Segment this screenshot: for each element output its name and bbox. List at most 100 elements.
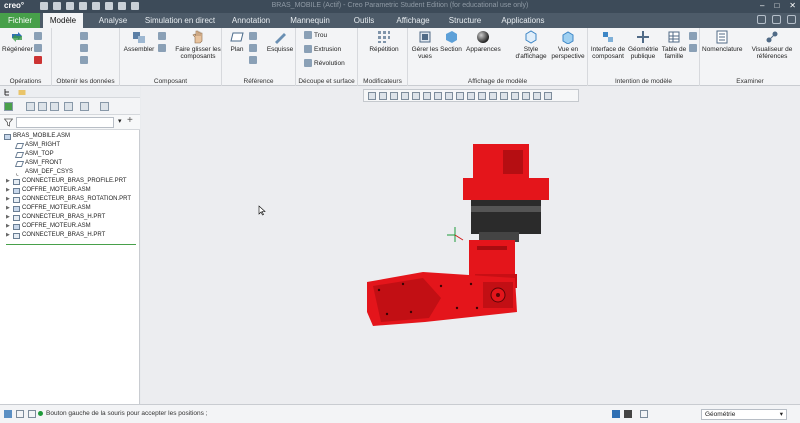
tree-root[interactable]: BRAS_MOBILE.ASM xyxy=(4,132,70,141)
parameters-tool[interactable] xyxy=(689,44,697,52)
ribbon: Régénérer Opérations Obtenir les données… xyxy=(0,28,800,86)
tab-applications[interactable]: Applications xyxy=(494,13,552,28)
filter-dropdown-icon[interactable]: ▾ xyxy=(118,117,122,125)
fullscreen-toggle-icon[interactable] xyxy=(28,410,36,418)
tab-modele[interactable]: Modèle xyxy=(43,13,83,28)
minimize-button[interactable]: – xyxy=(760,1,764,10)
component-tool-1[interactable] xyxy=(158,32,166,40)
find-icon[interactable] xyxy=(624,410,632,418)
message-status-dot-icon xyxy=(38,411,43,416)
tree-item[interactable]: ▶ CONNECTEUR_BRAS_ROTATION.PRT xyxy=(6,195,131,204)
add-filter-icon[interactable]: + xyxy=(127,115,133,126)
tree-item[interactable]: ▶ CONNECTEUR_BRAS_H.PRT xyxy=(6,231,105,240)
get-data-tool-2[interactable] xyxy=(80,44,88,52)
appearances-button[interactable]: Apparences xyxy=(466,30,501,53)
tree-layer-icon[interactable] xyxy=(80,102,89,111)
model-tree-toolbar xyxy=(0,98,140,115)
expand-arrow-icon[interactable]: ▶ xyxy=(6,195,11,204)
expand-arrow-icon[interactable]: ▶ xyxy=(6,177,11,186)
smart-filter-icon[interactable] xyxy=(612,410,620,418)
sketch-button[interactable]: Esquisse xyxy=(266,30,294,53)
tab-mannequin[interactable]: Mannequin xyxy=(282,13,338,28)
tree-options-icon[interactable] xyxy=(100,102,109,111)
model-tree-tab-icon[interactable] xyxy=(4,88,12,96)
close-button[interactable]: ✕ xyxy=(789,1,796,10)
nomenclature-button[interactable]: Nomenclature xyxy=(702,30,742,53)
help-icon[interactable] xyxy=(787,15,796,24)
publish-geometry-button[interactable]: Géométrie publique xyxy=(628,30,658,60)
tree-settings-icon[interactable] xyxy=(50,102,59,111)
delete-tool[interactable] xyxy=(34,56,42,64)
section-button[interactable]: Section xyxy=(438,30,464,53)
filter-funnel-icon[interactable] xyxy=(4,118,13,127)
get-data-tool-3[interactable] xyxy=(80,56,88,64)
browser-toggle-icon[interactable] xyxy=(16,410,24,418)
copy-tool[interactable] xyxy=(34,32,42,40)
folder-tab-icon[interactable] xyxy=(18,88,26,96)
manage-views-button[interactable]: Gérer les vues xyxy=(410,30,440,60)
csys-tool[interactable] xyxy=(249,56,257,64)
show-icon[interactable] xyxy=(4,102,13,111)
group-component: Assembler Faire glisser les composants C… xyxy=(120,28,222,86)
paste-tool[interactable] xyxy=(34,44,42,52)
regenerate-button[interactable]: Régénérer xyxy=(2,30,33,53)
expand-arrow-icon[interactable]: ▶ xyxy=(6,213,11,222)
tab-affichage[interactable]: Affichage xyxy=(390,13,436,28)
family-table-button[interactable]: Table de famille xyxy=(660,30,688,60)
selection-buffer-icon[interactable] xyxy=(640,410,648,418)
tree-item[interactable]: ▶ CONNECTEUR_BRAS_H.PRT xyxy=(6,213,105,222)
datum-plane-icon xyxy=(14,151,25,158)
graphics-window[interactable] xyxy=(141,86,800,404)
tab-analyse[interactable]: Analyse xyxy=(92,13,134,28)
component-interface-button[interactable]: Interface de composant xyxy=(590,30,626,60)
tree-filter-icon[interactable] xyxy=(38,102,47,111)
axis-tool[interactable] xyxy=(249,32,257,40)
group-label-get-data: Obtenir les données xyxy=(56,78,115,85)
assemble-button[interactable]: Assembler xyxy=(122,30,156,53)
tree-item[interactable]: ▶ COFFRE_MOTEUR.ASM xyxy=(6,186,91,195)
tree-item[interactable]: ASM_FRONT xyxy=(14,159,62,168)
display-style-button[interactable]: Style d'affichage xyxy=(514,30,548,60)
maximize-button[interactable]: □ xyxy=(774,1,779,10)
get-data-tool-1[interactable] xyxy=(80,32,88,40)
drag-components-button[interactable]: Faire glisser les composants xyxy=(174,30,222,60)
perspective-view-button[interactable]: Vue en perspective xyxy=(550,30,586,60)
revolve-button[interactable]: Révolution xyxy=(304,59,345,67)
expand-arrow-icon[interactable]: ▶ xyxy=(6,222,11,231)
expand-arrow-icon[interactable]: ▶ xyxy=(6,186,11,195)
tab-fichier[interactable]: Fichier xyxy=(0,13,40,28)
tree-item[interactable]: ASM_RIGHT xyxy=(14,141,60,150)
plane-button[interactable]: Plan xyxy=(226,30,248,53)
tab-structure[interactable]: Structure xyxy=(442,13,488,28)
tab-outils[interactable]: Outils xyxy=(344,13,384,28)
reference-viewer-button[interactable]: Visualiseur de références xyxy=(746,30,798,60)
minimize-ribbon-icon[interactable] xyxy=(757,15,766,24)
pattern-button[interactable]: Répétition xyxy=(364,30,404,53)
point-tool[interactable] xyxy=(249,44,257,52)
search-icon[interactable] xyxy=(772,15,781,24)
csys-icon: ⌞ xyxy=(16,170,19,177)
tab-annotation[interactable]: Annotation xyxy=(226,13,276,28)
motor-band xyxy=(471,206,541,212)
tree-item[interactable]: ▶ COFFRE_MOTEUR.ASM xyxy=(6,204,91,213)
component-tool-2[interactable] xyxy=(158,44,166,52)
tree-item[interactable]: ⌞ ASM_DEF_CSYS xyxy=(16,168,73,177)
expand-arrow-icon[interactable]: ▶ xyxy=(6,231,11,240)
tree-item[interactable]: ▶ CONNECTEUR_BRAS_PROFILE.PRT xyxy=(6,177,127,186)
extrude-button[interactable]: Extrusion xyxy=(304,45,341,53)
robot-arm-model[interactable] xyxy=(141,86,800,404)
tree-item[interactable]: ▶ COFFRE_MOTEUR.ASM xyxy=(6,222,91,231)
relations-tool[interactable] xyxy=(689,32,697,40)
insert-here-marker[interactable] xyxy=(6,244,136,245)
hole-button[interactable]: Trou xyxy=(304,31,327,39)
selection-filter-dropdown[interactable]: Géométrie ▾ xyxy=(701,409,787,420)
tree-search-input[interactable] xyxy=(16,117,114,128)
tree-item[interactable]: ASM_TOP xyxy=(14,150,54,159)
window-controls: – □ ✕ xyxy=(760,1,796,10)
navigator-toggle-icon[interactable] xyxy=(4,410,12,418)
tree-display-icon[interactable] xyxy=(64,102,73,111)
tree-columns-icon[interactable] xyxy=(26,102,35,111)
tab-simulation[interactable]: Simulation en direct xyxy=(140,13,220,28)
ribbon-tab-bar: Fichier Modèle Analyse Simulation en dir… xyxy=(0,13,800,28)
expand-arrow-icon[interactable]: ▶ xyxy=(6,204,11,213)
